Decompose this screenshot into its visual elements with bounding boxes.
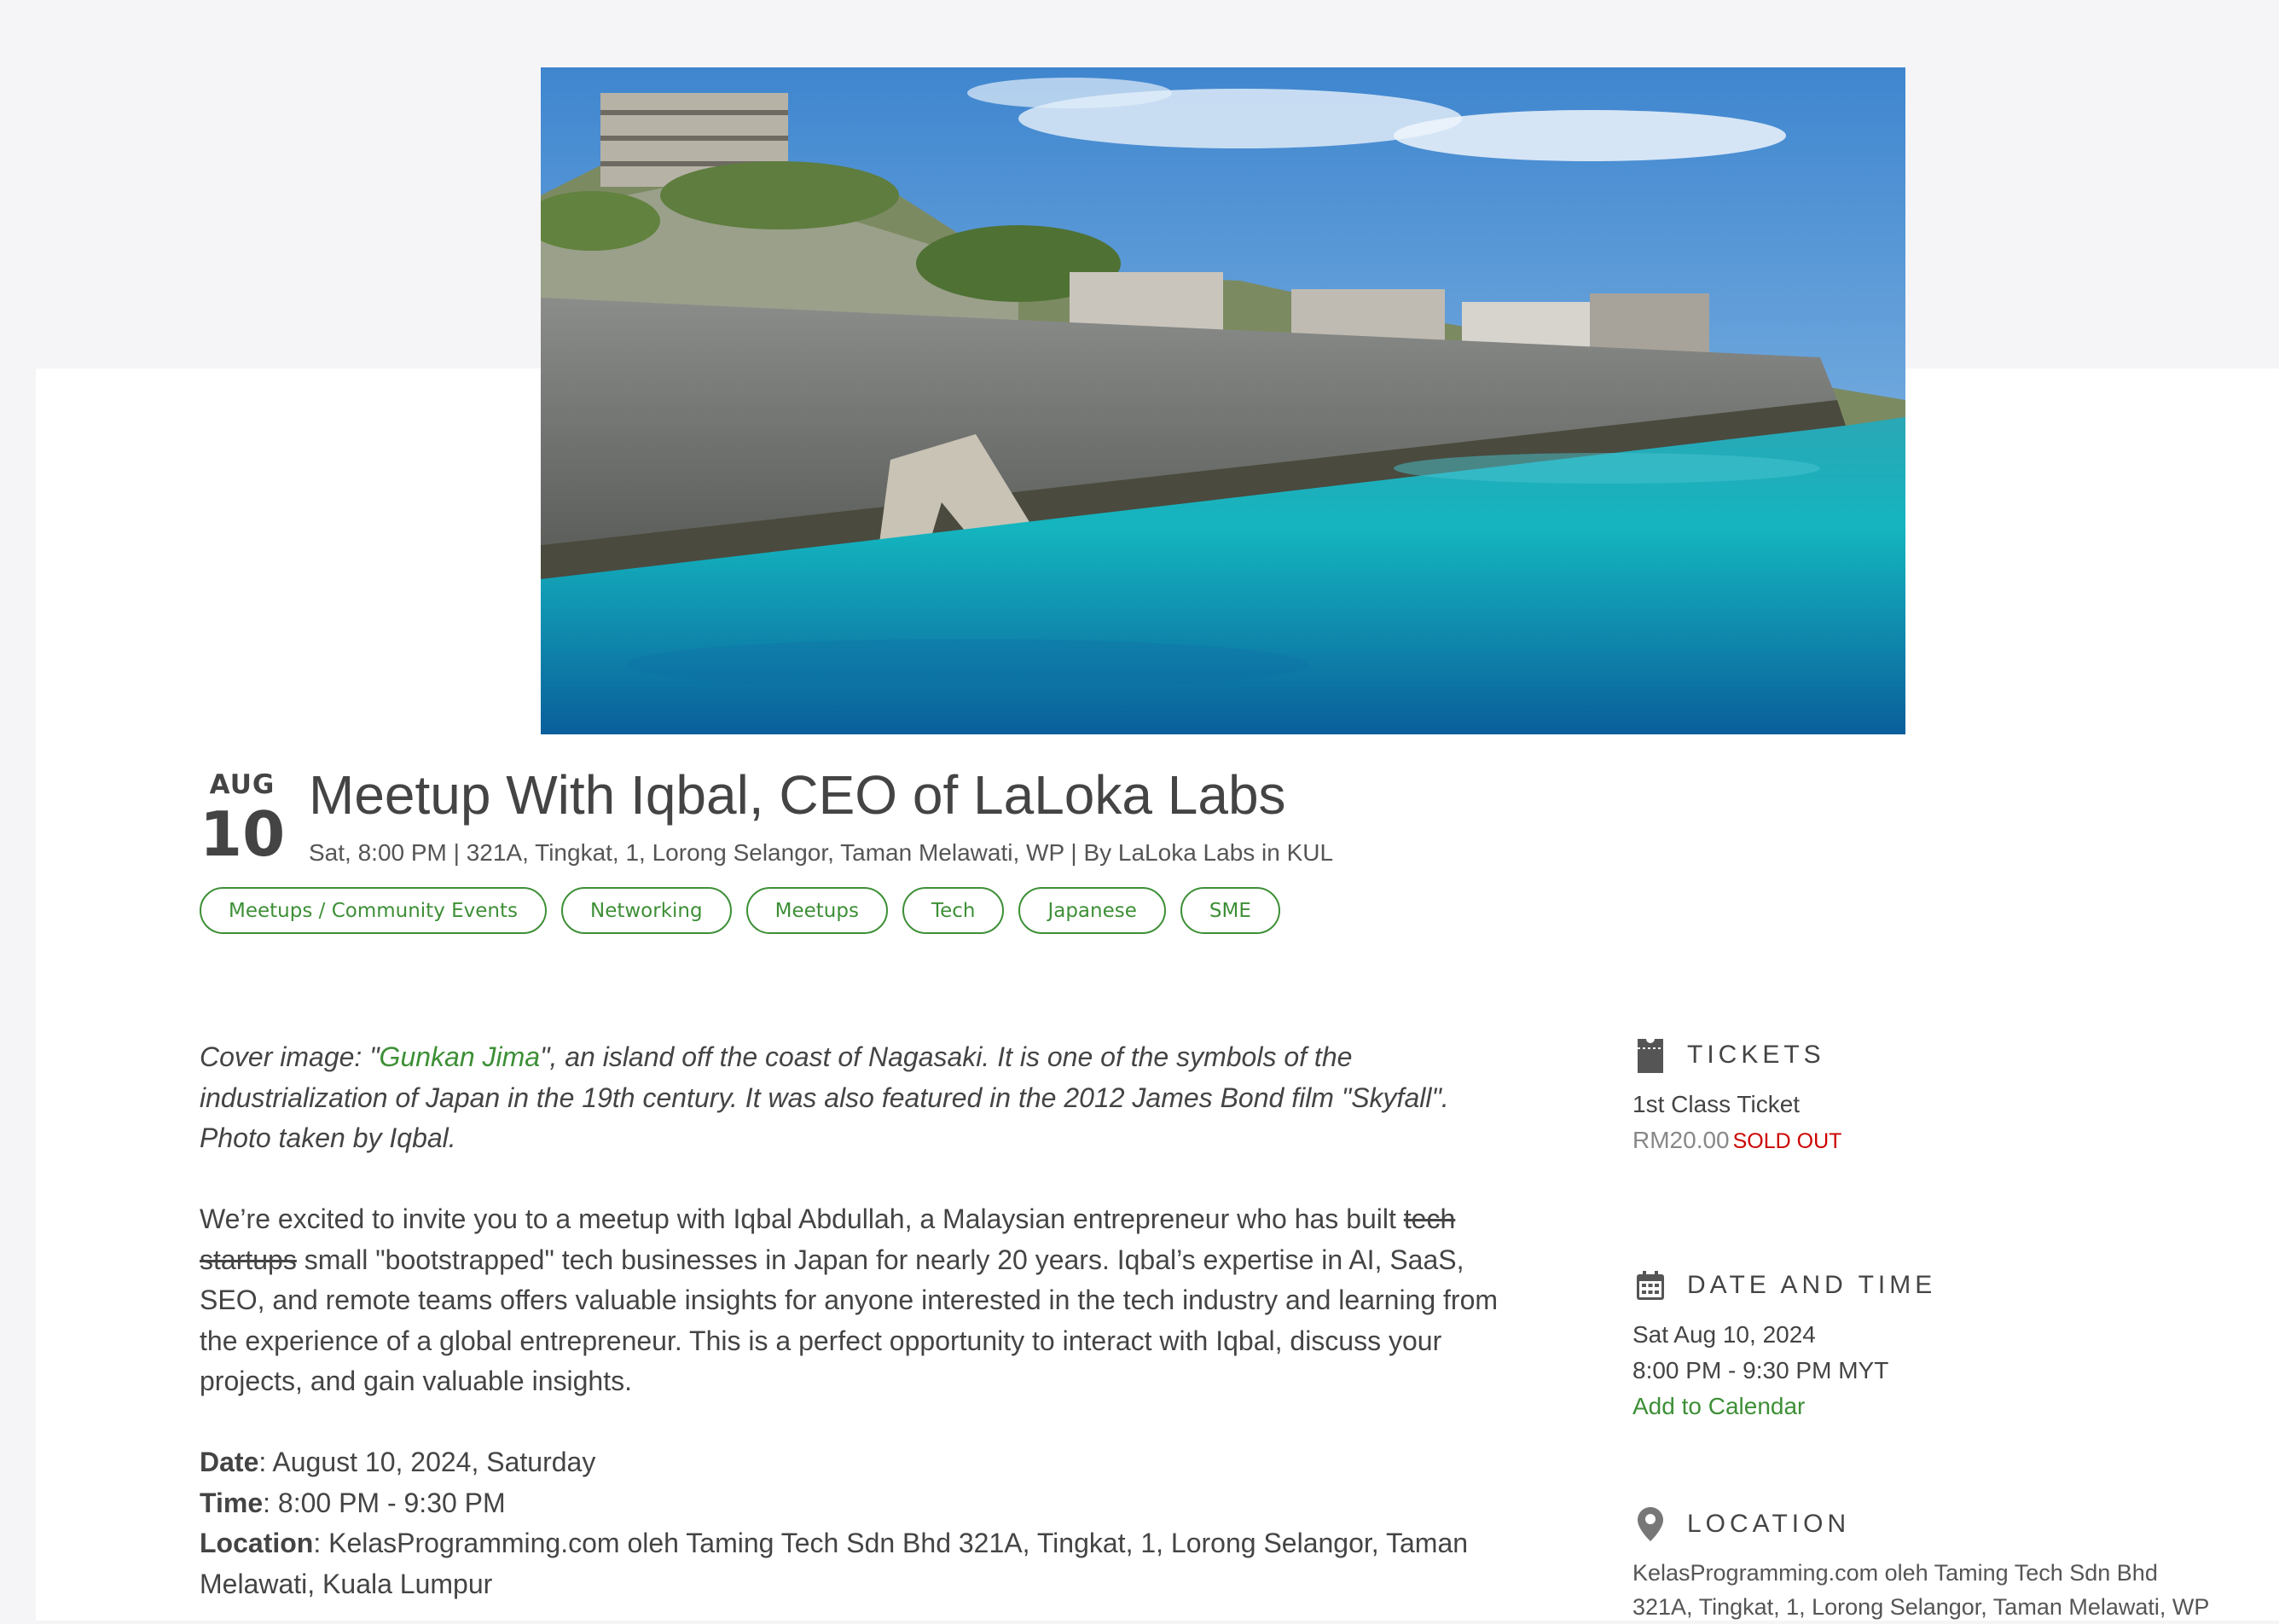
calendar-icon	[1632, 1267, 1668, 1303]
fact-location: Location: KelasProgramming.com oleh Tami…	[200, 1523, 1505, 1604]
location-line-1: KelasProgramming.com oleh Taming Tech Sd…	[1632, 1560, 2158, 1586]
location-line-2: 321A, Tingkat, 1, Lorong Selangor, Taman…	[1632, 1594, 2210, 1620]
fact-date-value: : August 10, 2024, Saturday	[258, 1447, 596, 1477]
fact-date: Date: August 10, 2024, Saturday	[200, 1442, 1505, 1483]
event-facts: Date: August 10, 2024, Saturday Time: 8:…	[200, 1442, 1505, 1604]
fact-time-value: : 8:00 PM - 9:30 PM	[263, 1487, 506, 1518]
tag-japanese[interactable]: Japanese	[1018, 887, 1166, 934]
event-date-badge: AUG 10	[200, 769, 285, 865]
event-subline: Sat, 8:00 PM | 321A, Tingkat, 1, Lorong …	[309, 839, 1334, 866]
fact-time: Time: 8:00 PM - 9:30 PM	[200, 1483, 1505, 1524]
location-heading: LOCATION	[1632, 1506, 2264, 1542]
fact-time-label: Time	[200, 1487, 264, 1518]
location-section: LOCATION KelasProgramming.com oleh Tamin…	[1632, 1506, 2264, 1624]
tag-meetups-community-events[interactable]: Meetups / Community Events	[200, 887, 547, 934]
tickets-section: TICKETS 1st Class Ticket RM20.00 SOLD OUT	[1632, 1037, 2264, 1159]
cover-caption-prefix: Cover image: "	[200, 1041, 380, 1072]
map-pin-icon	[1632, 1506, 1668, 1542]
event-time-text: 8:00 PM - 9:30 PM MYT	[1632, 1357, 1889, 1383]
cover-caption: Cover image: "Gunkan Jima", an island of…	[200, 1037, 1505, 1159]
intro-text-start: We’re excited to invite you to a meetup …	[200, 1204, 1404, 1234]
fact-location-label: Location	[200, 1528, 314, 1558]
event-description: Cover image: "Gunkan Jima", an island of…	[200, 1037, 1505, 1604]
fact-location-value: : KelasProgramming.com oleh Taming Tech …	[200, 1528, 1469, 1599]
event-month: AUG	[209, 769, 275, 800]
ticket-price-row: RM20.00 SOLD OUT	[1632, 1122, 2264, 1159]
page-title: Meetup With Iqbal, CEO of LaLoka Labs	[309, 764, 1286, 826]
ticket-name: 1st Class Ticket	[1632, 1091, 1801, 1117]
intro-paragraph: We’re excited to invite you to a meetup …	[200, 1199, 1505, 1402]
ticket-price: RM20.00	[1632, 1127, 1730, 1153]
datetime-heading-label: DATE AND TIME	[1687, 1271, 1937, 1299]
tag-sme[interactable]: SME	[1180, 887, 1280, 934]
event-date-text: Sat Aug 10, 2024	[1632, 1321, 1816, 1348]
ticket-item: 1st Class Ticket RM20.00 SOLD OUT	[1632, 1087, 2264, 1159]
add-to-calendar-link[interactable]: Add to Calendar	[1632, 1389, 2264, 1424]
tag-networking[interactable]: Networking	[561, 887, 732, 934]
fact-date-label: Date	[200, 1447, 259, 1477]
intro-text-end: small "bootstrapped" tech businesses in …	[200, 1244, 1499, 1397]
datetime-heading: DATE AND TIME	[1632, 1267, 2264, 1303]
sold-out-badge: SOLD OUT	[1732, 1129, 1842, 1153]
datetime-section: DATE AND TIME Sat Aug 10, 2024 8:00 PM -…	[1632, 1267, 2264, 1424]
datetime-body: Sat Aug 10, 2024 8:00 PM - 9:30 PM MYT A…	[1632, 1317, 2264, 1424]
tickets-heading: TICKETS	[1632, 1037, 2264, 1073]
ticket-icon	[1632, 1037, 1668, 1073]
tag-meetups[interactable]: Meetups	[745, 887, 888, 934]
cover-image	[541, 67, 1905, 734]
tag-list: Meetups / Community Events Networking Me…	[200, 887, 1280, 934]
location-address: KelasProgramming.com oleh Taming Tech Sd…	[1632, 1556, 2264, 1624]
location-heading-label: LOCATION	[1687, 1510, 1851, 1538]
tag-tech[interactable]: Tech	[902, 887, 1005, 934]
event-day: 10	[200, 798, 286, 870]
tickets-heading-label: TICKETS	[1687, 1041, 1825, 1069]
gunkan-jima-link[interactable]: Gunkan Jima	[380, 1041, 541, 1072]
